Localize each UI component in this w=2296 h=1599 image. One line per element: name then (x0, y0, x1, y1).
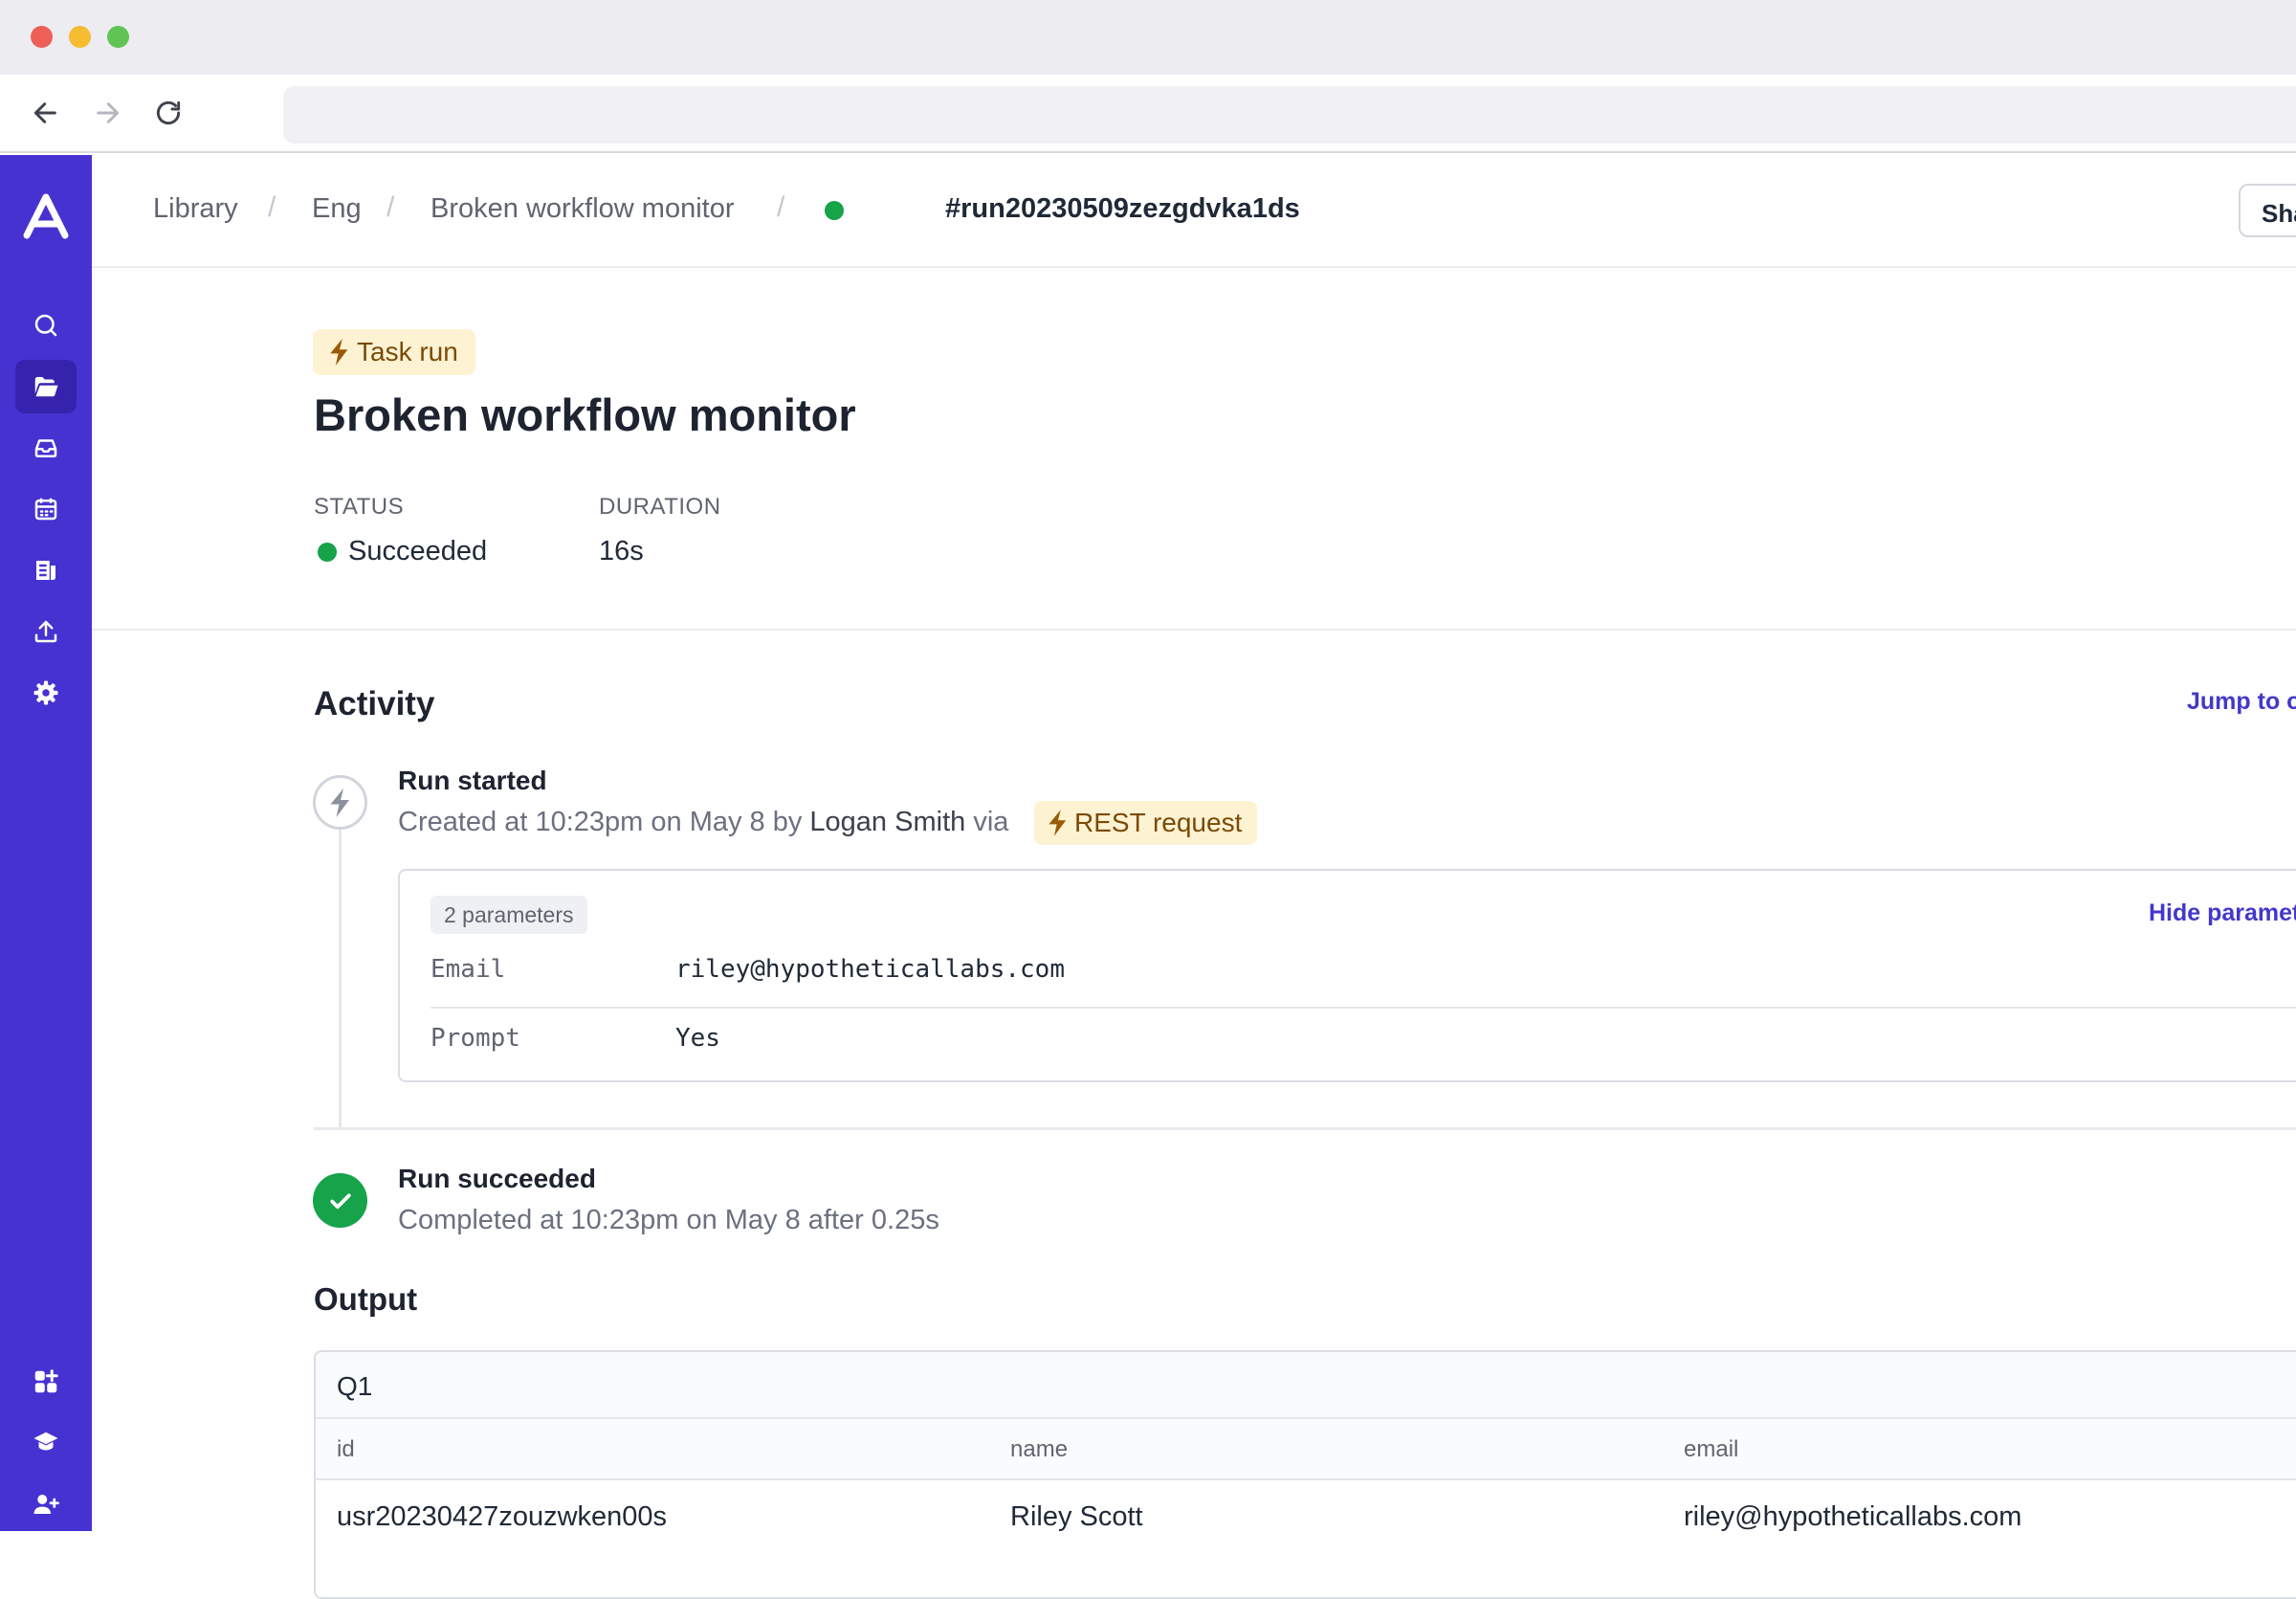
param-value-email: riley@hypotheticallabs.com (675, 955, 1065, 984)
success-check-icon (313, 1173, 367, 1228)
sidebar-item-settings[interactable] (15, 666, 77, 720)
sidebar-item-library[interactable] (15, 360, 77, 413)
lightning-icon (330, 788, 349, 817)
browser-toolbar (0, 75, 2296, 153)
run-started-user[interactable]: Logan Smith (809, 807, 965, 837)
column-header-name[interactable]: name (1010, 1436, 1068, 1463)
run-started-title: Run started (398, 766, 547, 795)
calendar-icon (34, 498, 57, 521)
reload-icon (156, 100, 181, 125)
output-column-headers: id name email (316, 1419, 2296, 1480)
sidebar (0, 155, 92, 1531)
run-started-subtitle: Created at 10:23pm on May 8 by Logan Smi… (398, 807, 1008, 838)
folder-open-icon (34, 377, 58, 397)
rest-request-badge: REST request (1034, 801, 1258, 845)
column-header-id[interactable]: id (337, 1436, 355, 1463)
table-cell-name: Riley Scott (1010, 1501, 1143, 1532)
gear-icon (33, 680, 58, 705)
timeline-divider (314, 1127, 2296, 1130)
arrow-left-icon (33, 102, 56, 123)
section-divider (92, 629, 2296, 631)
breadcrumb-library[interactable]: Library (153, 193, 238, 225)
param-key-email: Email (430, 955, 506, 984)
apps-icon (34, 1369, 58, 1393)
lightning-icon (330, 339, 348, 366)
breadcrumb-separator: / (268, 191, 276, 223)
column-header-email[interactable]: email (1684, 1436, 1738, 1463)
jump-to-output-link[interactable]: Jump to o (2187, 688, 2296, 716)
status-dot (318, 543, 337, 562)
address-bar[interactable] (283, 86, 2296, 144)
checkmark-icon (329, 1193, 351, 1209)
inbox-icon (34, 439, 57, 457)
sidebar-item-schedule[interactable] (15, 482, 77, 536)
duration-value: 16s (599, 536, 644, 566)
minimize-window-button[interactable] (69, 26, 91, 48)
sidebar-item-inbox[interactable] (15, 421, 77, 475)
duration-label: DURATION (599, 494, 721, 520)
parameters-panel: 2 parameters Hide paramet Email riley@hy… (398, 869, 2296, 1082)
output-heading: Output (314, 1281, 418, 1317)
table-cell-email: riley@hypotheticallabs.com (1684, 1501, 2022, 1532)
search-icon (34, 314, 57, 337)
sidebar-item-learn[interactable] (15, 1416, 77, 1470)
run-started-icon (313, 775, 367, 830)
arrow-right-icon (97, 102, 120, 123)
sidebar-item-docs[interactable] (15, 544, 77, 597)
sidebar-item-invite-user[interactable] (15, 1477, 77, 1531)
page-title: Broken workflow monitor (314, 389, 856, 440)
document-icon (36, 561, 55, 580)
run-started-time: Created at 10:23pm on May 8 by (398, 807, 803, 837)
sidebar-item-upload[interactable] (15, 605, 77, 658)
run-succeeded-title: Run succeeded (398, 1164, 596, 1193)
param-value-prompt: Yes (675, 1024, 720, 1053)
page-header: Library / Eng / Broken workflow monitor … (92, 155, 2296, 268)
status-label: STATUS (314, 494, 405, 520)
sidebar-item-apps[interactable] (15, 1355, 77, 1409)
breadcrumb-workflow[interactable]: Broken workflow monitor (430, 193, 735, 225)
share-button[interactable]: Sha (2239, 184, 2296, 237)
timeline-line (339, 830, 342, 1129)
close-window-button[interactable] (31, 26, 53, 48)
output-table-header: Q1 (316, 1352, 2296, 1419)
sidebar-item-search[interactable] (15, 299, 77, 352)
rest-request-label: REST request (1074, 808, 1243, 837)
run-started-via: via (973, 807, 1009, 837)
task-run-label: Task run (357, 337, 458, 366)
activity-heading: Activity (314, 685, 435, 722)
breadcrumb-separator: / (777, 191, 785, 223)
breadcrumb-eng[interactable]: Eng (312, 193, 362, 225)
run-status-dot (825, 201, 844, 220)
task-run-badge: Task run (313, 329, 475, 375)
maximize-window-button[interactable] (107, 26, 129, 48)
hide-parameters-link[interactable]: Hide paramet (2149, 899, 2296, 927)
breadcrumb-separator: / (386, 191, 395, 223)
table-cell-id: usr20230427zouzwken00s (337, 1501, 668, 1532)
reload-button[interactable] (147, 92, 189, 134)
back-button[interactable] (25, 92, 67, 134)
output-table: Q1 id name email usr20230427zouzwken00s … (314, 1350, 2296, 1599)
parameter-count-badge: 2 parameters (430, 896, 587, 934)
output-table-name: Q1 (337, 1371, 373, 1401)
app-logo-icon[interactable] (19, 191, 73, 241)
param-key-prompt: Prompt (430, 1024, 520, 1053)
param-row-divider (430, 1007, 2296, 1009)
run-succeeded-subtitle: Completed at 10:23pm on May 8 after 0.25… (398, 1205, 939, 1235)
add-user-icon (33, 1495, 59, 1514)
browser-titlebar (0, 0, 2296, 75)
breadcrumb-current-run: #run20230509zezgdvka1ds (945, 193, 1300, 224)
status-value: Succeeded (348, 536, 488, 566)
graduation-cap-icon (33, 1432, 58, 1451)
lightning-icon (1049, 810, 1067, 836)
upload-icon (34, 620, 57, 643)
forward-button[interactable] (86, 92, 128, 134)
